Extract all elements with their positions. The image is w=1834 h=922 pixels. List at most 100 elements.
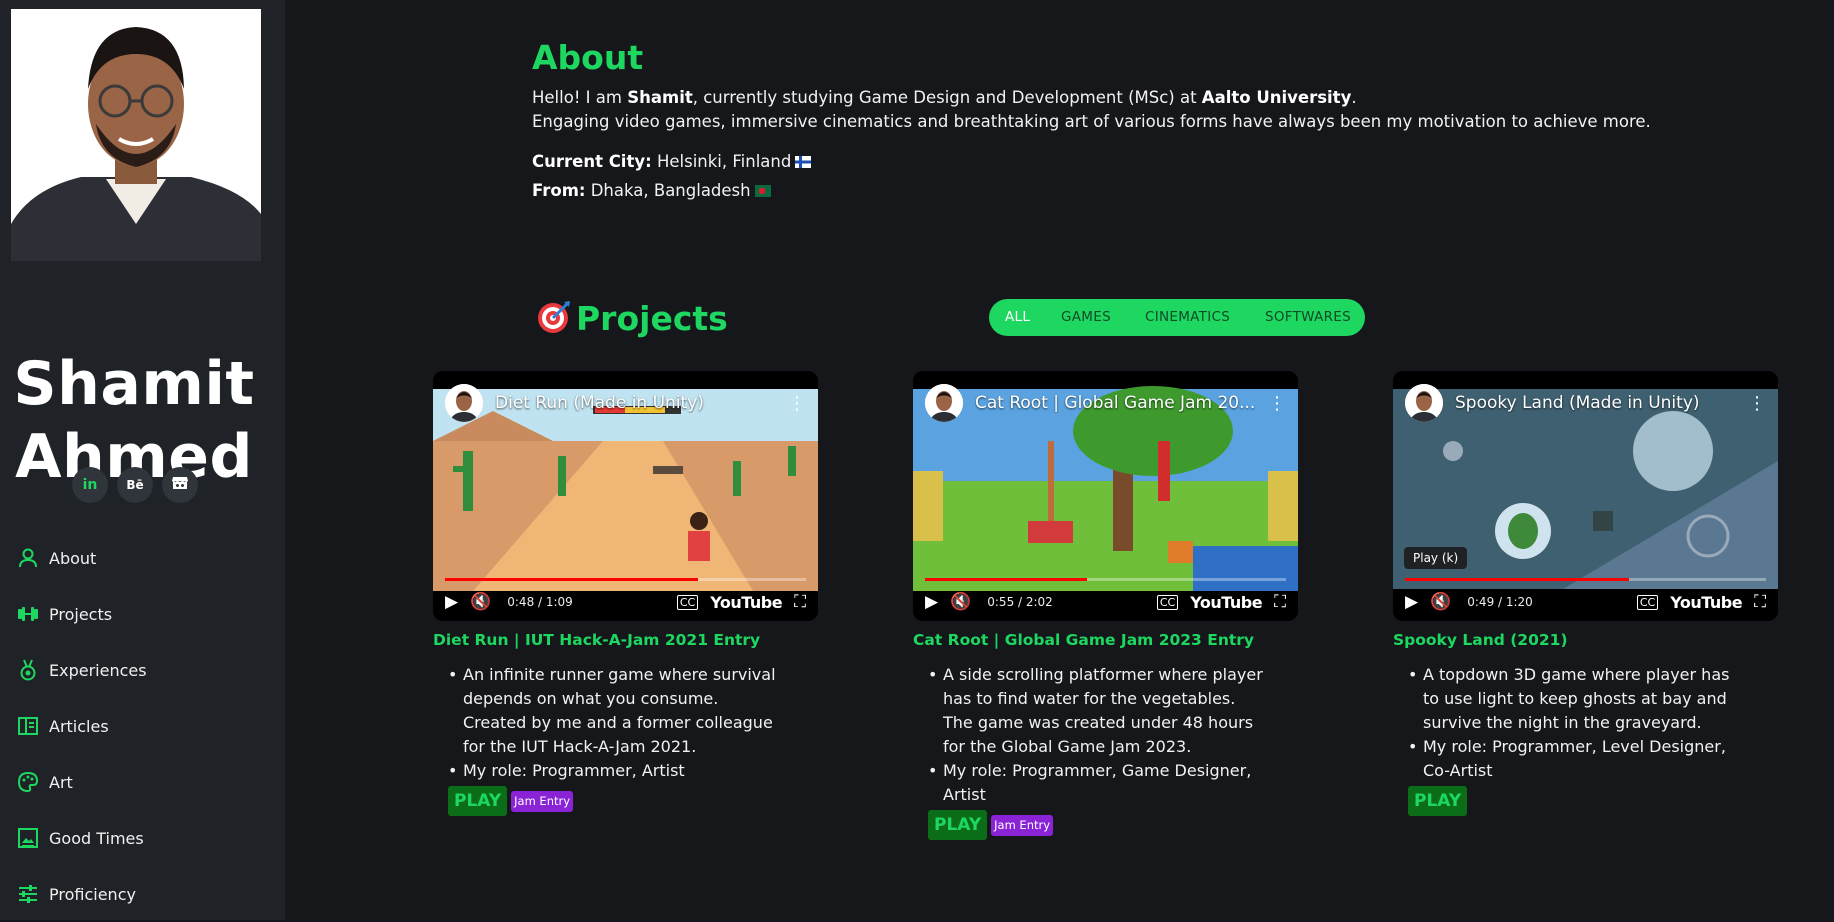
about-intro: Hello! I am Shamit, currently studying G… <box>532 88 1357 107</box>
nav-label: Proficiency <box>49 884 136 904</box>
project-bullet: A side scrolling platformer where player… <box>928 663 1263 759</box>
jam-entry-badge: Jam Entry <box>991 814 1054 836</box>
about-motivation: Engaging video games, immersive cinemati… <box>532 112 1651 131</box>
profile-photo <box>11 9 261 261</box>
video-player[interactable]: Cat Root | Global Game Jam 20... ⋮ ▶ 🔇 0… <box>913 371 1298 621</box>
mute-icon[interactable]: 🔇 <box>470 592 491 612</box>
more-options-icon[interactable]: ⋮ <box>788 393 806 414</box>
owner-first-name: Shamit <box>13 349 255 420</box>
video-progress-bar[interactable] <box>445 578 806 581</box>
captions-icon[interactable]: CC <box>676 594 699 610</box>
video-controls: ▶ 🔇 0:55 / 2:02 CC YouTube ⛶ <box>925 589 1286 615</box>
mute-icon[interactable]: 🔇 <box>1430 592 1451 612</box>
fullscreen-icon[interactable]: ⛶ <box>1754 592 1766 612</box>
fullscreen-icon[interactable]: ⛶ <box>794 592 806 612</box>
about-title: About <box>532 38 644 77</box>
project-filter-bar: ALL GAMES CINEMATICS SOFTWARES <box>989 299 1365 336</box>
video-title[interactable]: Spooky Land (Made in Unity) <box>1455 393 1736 413</box>
video-controls: ▶ 🔇 0:49 / 1:20 CC YouTube ⛶ <box>1405 589 1766 615</box>
play-icon[interactable]: ▶ <box>445 592 458 612</box>
image-icon <box>17 827 39 849</box>
youtube-logo[interactable]: YouTube <box>1670 593 1742 612</box>
nav-item-projects[interactable]: Projects <box>17 586 147 642</box>
city-value: Helsinki, Finland <box>651 152 792 171</box>
play-tooltip: Play (k) <box>1404 547 1468 569</box>
bangladesh-flag-icon <box>754 182 771 197</box>
projects-title: Projects <box>576 299 728 338</box>
itchio-icon <box>171 475 189 495</box>
captions-icon[interactable]: CC <box>1156 594 1179 610</box>
behance-link[interactable]: Bē <box>117 467 153 503</box>
medal-icon <box>17 659 39 681</box>
project-description: An infinite runner game where survival d… <box>433 663 818 783</box>
video-title[interactable]: Cat Root | Global Game Jam 20... <box>975 393 1256 413</box>
nav-label: About <box>49 548 97 568</box>
city-label: Current City: <box>532 152 652 171</box>
current-city: Current City: Helsinki, Finland <box>532 152 812 171</box>
video-progress-fill <box>445 578 698 581</box>
video-progress-bar[interactable] <box>1405 578 1766 581</box>
nav-label: Experiences <box>49 660 147 680</box>
more-options-icon[interactable]: ⋮ <box>1268 393 1286 414</box>
play-button[interactable]: PLAY <box>928 810 988 840</box>
palette-icon <box>17 771 39 793</box>
video-progress-bar[interactable] <box>925 578 1286 581</box>
video-progress-fill <box>925 578 1088 581</box>
project-role: My role: Programmer, Level Designer, Co-… <box>1408 735 1743 783</box>
linkedin-link[interactable]: in <box>72 467 108 503</box>
filter-games[interactable]: GAMES <box>1061 309 1111 325</box>
youtube-logo[interactable]: YouTube <box>710 593 782 612</box>
intro-middle: , currently studying Game Design and Dev… <box>692 88 1202 107</box>
nav-item-proficiency[interactable]: Proficiency <box>17 866 147 922</box>
project-bullet: A topdown 3D game where player has to us… <box>1408 663 1743 735</box>
project-card-diet-run: Diet Run (Made in Unity) ⋮ ▶ 🔇 0:48 / 1:… <box>433 371 818 816</box>
project-card-spooky-land: Spooky Land (Made in Unity) ⋮ Play (k) ▶… <box>1393 371 1778 816</box>
play-icon[interactable]: ▶ <box>925 592 938 612</box>
sidebar: Shamit Ahmed in Bē About Projects Experi… <box>0 0 285 920</box>
more-options-icon[interactable]: ⋮ <box>1748 393 1766 414</box>
youtube-logo[interactable]: YouTube <box>1190 593 1262 612</box>
project-description: A topdown 3D game where player has to us… <box>1393 663 1778 783</box>
nav-item-articles[interactable]: Articles <box>17 698 147 754</box>
channel-avatar[interactable] <box>1405 384 1443 422</box>
video-time: 0:49 / 1:20 <box>1467 595 1533 609</box>
project-title: Spooky Land (2021) <box>1393 631 1568 649</box>
project-role: My role: Programmer, Artist <box>448 759 783 783</box>
intro-prefix: Hello! I am <box>532 88 628 107</box>
play-button[interactable]: PLAY <box>448 786 508 816</box>
projects-heading: Projects <box>536 297 728 341</box>
home-town: From: Dhaka, Bangladesh <box>532 181 771 200</box>
project-title: Cat Root | Global Game Jam 2023 Entry <box>913 631 1255 649</box>
video-time: 0:48 / 1:09 <box>507 595 573 609</box>
nav-item-art[interactable]: Art <box>17 754 147 810</box>
filter-softwares[interactable]: SOFTWARES <box>1265 309 1351 325</box>
project-title: Diet Run | IUT Hack-A-Jam 2021 Entry <box>433 631 761 649</box>
project-bullet: An infinite runner game where survival d… <box>448 663 783 759</box>
video-player[interactable]: Diet Run (Made in Unity) ⋮ ▶ 🔇 0:48 / 1:… <box>433 371 818 621</box>
channel-avatar[interactable] <box>445 384 483 422</box>
captions-icon[interactable]: CC <box>1636 594 1659 610</box>
video-header: Spooky Land (Made in Unity) ⋮ <box>1405 384 1766 422</box>
project-actions: PLAY <box>1408 786 1778 816</box>
nav-item-experiences[interactable]: Experiences <box>17 642 147 698</box>
video-player[interactable]: Spooky Land (Made in Unity) ⋮ Play (k) ▶… <box>1393 371 1778 621</box>
intro-name: Shamit <box>627 88 693 107</box>
channel-avatar[interactable] <box>925 384 963 422</box>
fullscreen-icon[interactable]: ⛶ <box>1274 592 1286 612</box>
filter-cinematics[interactable]: CINEMATICS <box>1145 309 1230 325</box>
intro-university: Aalto University <box>1201 88 1352 107</box>
itchio-link[interactable] <box>162 467 198 503</box>
nav-item-about[interactable]: About <box>17 530 147 586</box>
social-links: in Bē <box>72 467 198 503</box>
nav-item-good-times[interactable]: Good Times <box>17 810 147 866</box>
from-label: From: <box>532 181 586 200</box>
video-progress-fill <box>1405 578 1629 581</box>
play-button[interactable]: PLAY <box>1408 786 1468 816</box>
filter-all[interactable]: ALL <box>1005 309 1030 325</box>
behance-icon: Bē <box>126 478 144 492</box>
mute-icon[interactable]: 🔇 <box>950 592 971 612</box>
intro-suffix: . <box>1351 88 1357 107</box>
sliders-icon <box>17 883 39 905</box>
play-icon[interactable]: ▶ <box>1405 592 1418 612</box>
video-title[interactable]: Diet Run (Made in Unity) <box>495 393 776 413</box>
